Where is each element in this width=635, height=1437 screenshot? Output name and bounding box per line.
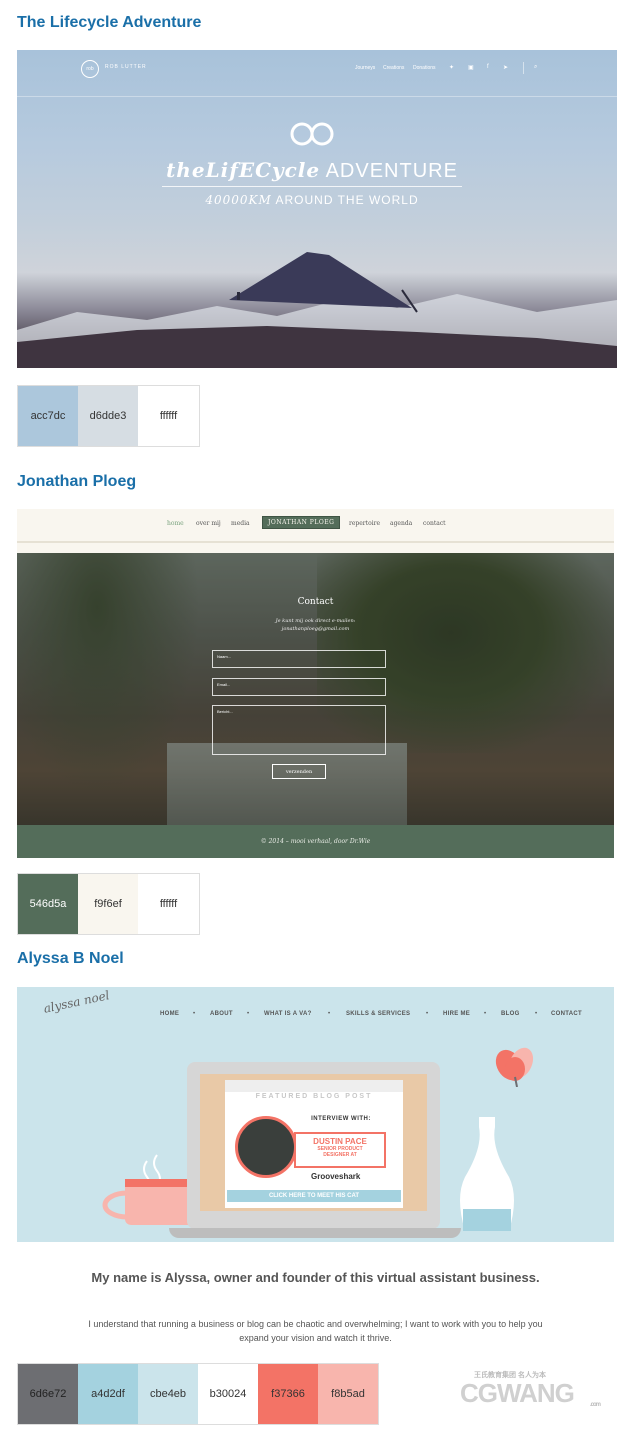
lifecycle-nav: rob ROB LUTTER Journeys Creations Donati… bbox=[17, 50, 617, 97]
nav-separator: • bbox=[247, 1011, 250, 1017]
watermark-domain: .com bbox=[590, 1402, 601, 1408]
meet-cat-button[interactable]: CLICK HERE TO MEET HIS CAT bbox=[227, 1190, 401, 1202]
lifecycle-brand: ROB LUTTER bbox=[105, 64, 147, 70]
swatch: acc7dc bbox=[18, 386, 78, 446]
swatch: cbe4eb bbox=[138, 1364, 198, 1424]
interviewee-name: DUSTIN PACE bbox=[313, 1137, 367, 1146]
swatch: a4d2df bbox=[78, 1364, 138, 1424]
contact-heading: Contact bbox=[297, 597, 334, 607]
watermark-text: CGWANG bbox=[460, 1378, 575, 1408]
vase-illustration bbox=[460, 1117, 514, 1231]
nav-separator: • bbox=[426, 1011, 429, 1017]
swatch: ffffff bbox=[138, 874, 199, 934]
section-title-jonathan: Jonathan Ploeg bbox=[17, 473, 137, 490]
contact-line-2: jonathanploeg@gmail.com bbox=[281, 626, 350, 632]
nav-media[interactable]: media bbox=[231, 520, 250, 527]
interviewee-role-2: DESIGNER AT bbox=[323, 1152, 357, 1158]
jonathan-palette: 546d5a f9f6ef ffffff bbox=[17, 873, 200, 935]
featured-label: FEATURED BLOG POST bbox=[255, 1093, 373, 1100]
hero-sub-distance: 40000KM bbox=[205, 193, 272, 207]
lifecycle-infinity-icon bbox=[290, 122, 334, 146]
swatch: f8b5ad bbox=[318, 1364, 378, 1424]
alyssa-body: I understand that running a business or … bbox=[17, 1317, 614, 1345]
interview-label: INTERVIEW WITH: bbox=[311, 1116, 371, 1122]
nav-what-is-a-va[interactable]: WHAT IS A VA? bbox=[264, 1011, 312, 1017]
swatch: d6dde3 bbox=[78, 386, 138, 446]
swatch: ffffff bbox=[138, 386, 199, 446]
nav-separator: • bbox=[484, 1011, 487, 1017]
nav-separator: • bbox=[193, 1011, 196, 1017]
name-field[interactable]: Naam... bbox=[212, 650, 386, 668]
hero-title-script: theLifECycle bbox=[166, 158, 321, 182]
nav-about[interactable]: ABOUT bbox=[210, 1011, 233, 1017]
watermark-small: 王氏教育集团 名人为本 bbox=[474, 1372, 546, 1379]
nav-hire-me[interactable]: HIRE ME bbox=[443, 1011, 470, 1017]
send-button[interactable]: verzenden bbox=[272, 764, 326, 779]
jonathan-footer: © 2014 – mooi verhaal, door Dr.Wie bbox=[17, 825, 614, 858]
hero-divider bbox=[162, 186, 462, 187]
swatch: 546d5a bbox=[18, 874, 78, 934]
hero-subtitle: 40000KM AROUND THE WORLD bbox=[162, 193, 462, 207]
hero-title: theLifECycle ADVENTURE bbox=[162, 158, 462, 183]
interviewee-avatar bbox=[235, 1116, 297, 1178]
nav-over-mij[interactable]: over mij bbox=[196, 520, 221, 527]
nav-separator: • bbox=[328, 1011, 331, 1017]
lifecycle-landscape bbox=[17, 252, 617, 368]
lifecycle-palette: acc7dc d6dde3 ffffff bbox=[17, 385, 200, 447]
alyssa-screenshot: alyssa noel HOME • ABOUT • WHAT IS A VA?… bbox=[17, 987, 614, 1242]
nav-agenda[interactable]: agenda bbox=[390, 520, 412, 527]
message-field[interactable]: Bericht... bbox=[212, 705, 386, 755]
nav-contact[interactable]: CONTACT bbox=[551, 1011, 582, 1017]
cgwang-watermark: 王氏教育集团 名人为本 CGWANG .com bbox=[460, 1372, 601, 1409]
facebook-icon[interactable]: f bbox=[487, 64, 489, 70]
browser-bar bbox=[225, 1080, 403, 1092]
nav-blog[interactable]: BLOG bbox=[501, 1011, 520, 1017]
hero-sub-text: AROUND THE WORLD bbox=[275, 193, 419, 207]
instagram-icon[interactable]: ▣ bbox=[468, 64, 474, 71]
nav-home[interactable]: home bbox=[167, 520, 184, 527]
nav-creations[interactable]: Creations bbox=[383, 65, 404, 71]
twitter-icon[interactable]: ✦ bbox=[449, 64, 454, 71]
nav-repertoire[interactable]: repertoire bbox=[349, 520, 380, 527]
hero-title-word: ADVENTURE bbox=[325, 160, 458, 182]
alyssa-body-line-1: I understand that running a business or … bbox=[88, 1319, 543, 1329]
search-icon[interactable]: ⌕ bbox=[534, 64, 537, 71]
email-field[interactable]: Email... bbox=[212, 678, 386, 696]
company-logo: Grooveshark bbox=[311, 1172, 361, 1181]
lifecycle-screenshot: rob ROB LUTTER Journeys Creations Donati… bbox=[17, 50, 617, 368]
laptop-base bbox=[169, 1228, 461, 1238]
nav-skills[interactable]: SKILLS & SERVICES bbox=[346, 1011, 410, 1017]
nav-home[interactable]: HOME bbox=[160, 1011, 179, 1017]
nav-divider bbox=[523, 62, 524, 74]
interviewee-badge: DUSTIN PACE SENIOR PRODUCT DESIGNER AT bbox=[294, 1132, 386, 1168]
section-title-alyssa: Alyssa B Noel bbox=[17, 950, 124, 967]
alyssa-body-line-2: expand your vision and watch it thrive. bbox=[239, 1333, 392, 1343]
alyssa-logo[interactable]: alyssa noel bbox=[42, 988, 110, 1016]
send-icon[interactable]: ➤ bbox=[503, 64, 508, 71]
laptop-screen: FEATURED BLOG POST INTERVIEW WITH: DUSTI… bbox=[200, 1074, 427, 1211]
swatch: f9f6ef bbox=[78, 874, 138, 934]
nav-separator: • bbox=[535, 1011, 538, 1017]
nav-journeys[interactable]: Journeys bbox=[355, 65, 375, 71]
swatch: f37366 bbox=[258, 1364, 318, 1424]
featured-post-card: FEATURED BLOG POST INTERVIEW WITH: DUSTI… bbox=[225, 1080, 403, 1208]
lifecycle-logo-icon[interactable]: rob bbox=[81, 60, 99, 78]
jonathan-nav: home over mij media JONATHAN PLOEG reper… bbox=[17, 509, 614, 543]
swatch: 6d6e72 bbox=[18, 1364, 78, 1424]
teacup-illustration bbox=[102, 1154, 193, 1225]
nav-brand-pill[interactable]: JONATHAN PLOEG bbox=[262, 516, 341, 529]
swatch: b30024 bbox=[198, 1364, 258, 1424]
nav-donations[interactable]: Donations bbox=[413, 65, 436, 71]
alyssa-palette: 6d6e72 a4d2df cbe4eb b30024 f37366 f8b5a… bbox=[17, 1363, 379, 1425]
contact-line-1: Je kunt mij ook direct e-mailen: bbox=[275, 618, 356, 624]
section-title-lifecycle: The Lifecycle Adventure bbox=[17, 14, 202, 31]
alyssa-tagline: My name is Alyssa, owner and founder of … bbox=[91, 1270, 540, 1285]
nav-contact[interactable]: contact bbox=[423, 520, 446, 527]
canal-photo: Contact Je kunt mij ook direct e-mailen:… bbox=[17, 553, 614, 825]
laptop-illustration: FEATURED BLOG POST INTERVIEW WITH: DUSTI… bbox=[187, 1062, 440, 1229]
flower-illustration bbox=[495, 1047, 534, 1087]
jonathan-screenshot: home over mij media JONATHAN PLOEG reper… bbox=[17, 509, 614, 858]
